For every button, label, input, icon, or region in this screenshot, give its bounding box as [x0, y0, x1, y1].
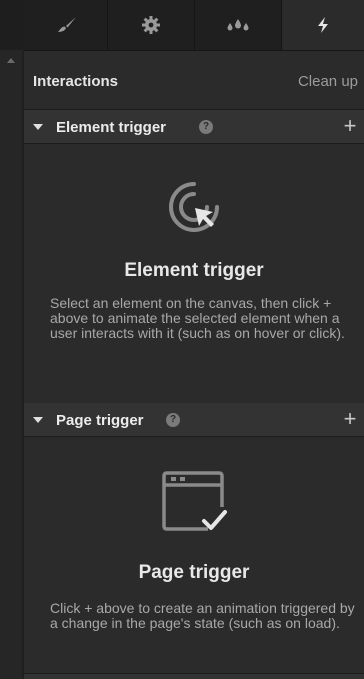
collapse-caret-icon[interactable]: [33, 124, 43, 130]
panel-tabbar: [24, 0, 364, 51]
tab-style[interactable]: [24, 0, 108, 50]
left-gutter: [0, 0, 24, 679]
element-trigger-empty-title: Element trigger: [124, 260, 264, 281]
collapse-caret-icon[interactable]: [33, 417, 43, 423]
cursor-target-icon: [169, 182, 219, 232]
help-icon[interactable]: ?: [199, 120, 213, 134]
element-trigger-header[interactable]: Element trigger ? +: [24, 110, 364, 144]
element-trigger-empty-description: Select an element on the canvas, then cl…: [50, 295, 345, 341]
interactions-header: Interactions Clean up: [24, 50, 364, 110]
add-page-trigger-button[interactable]: +: [340, 408, 360, 430]
gear-icon: [142, 16, 160, 34]
interactions-panel: Interactions Clean up Element trigger ? …: [24, 0, 364, 679]
cleanup-link[interactable]: Clean up: [298, 73, 358, 90]
tab-settings[interactable]: [108, 0, 195, 50]
paintbrush-icon: [57, 17, 76, 32]
help-icon[interactable]: ?: [166, 413, 180, 427]
element-trigger-empty-state: Element trigger Select an element on the…: [24, 144, 364, 390]
lightning-icon: [318, 16, 328, 33]
tab-style-manager[interactable]: [195, 0, 282, 50]
page-trigger-empty-description: Click + above to create an animation tri…: [50, 600, 355, 631]
panel-title: Interactions: [33, 73, 119, 90]
page-trigger-empty-state: Page trigger Click + above to create an …: [24, 437, 364, 673]
tab-interactions[interactable]: [282, 0, 364, 50]
gutter-top: [0, 0, 24, 50]
element-trigger-title: Element trigger: [56, 119, 167, 136]
bottom-divider: [24, 673, 364, 679]
droplets-icon: [227, 19, 249, 31]
page-trigger-title: Page trigger: [56, 412, 144, 429]
add-element-trigger-button[interactable]: +: [340, 115, 360, 137]
gutter-scroll-up-icon[interactable]: [7, 58, 15, 63]
page-trigger-empty-title: Page trigger: [138, 562, 250, 583]
app-root: Interactions Clean up Element trigger ? …: [0, 0, 364, 679]
page-trigger-header[interactable]: Page trigger ? +: [24, 403, 364, 437]
browser-window-check-icon: [162, 471, 227, 531]
